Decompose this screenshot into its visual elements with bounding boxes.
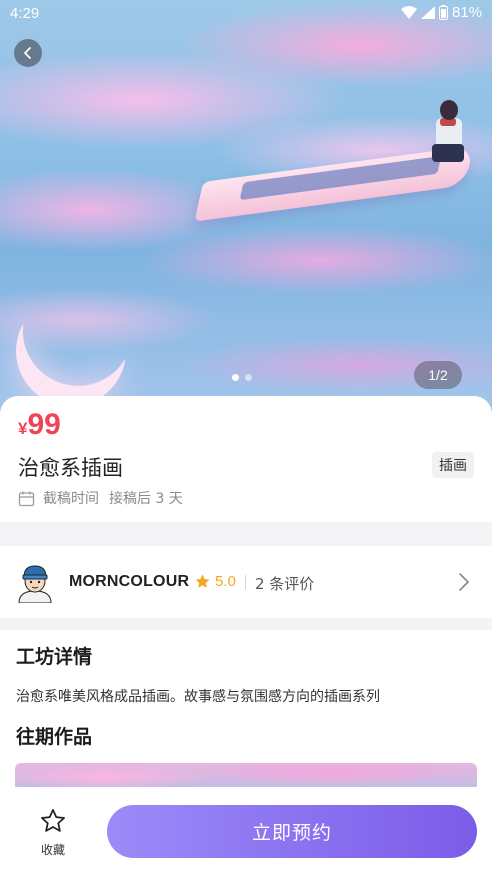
- artist-rating: 5.0: [194, 573, 236, 590]
- section-title-past-works: 往期作品: [16, 726, 93, 748]
- deadline-value: 接稿后 3 天: [109, 491, 183, 507]
- artist-row[interactable]: MORNCOLOUR 5.0 2 条评价: [0, 546, 492, 618]
- deadline-label: 截稿时间: [43, 491, 99, 507]
- girl-illustration: [432, 100, 466, 170]
- chevron-right-icon: [459, 573, 469, 591]
- favorite-label: 收藏: [40, 843, 65, 857]
- avatar: [18, 565, 52, 603]
- back-icon: [24, 47, 31, 59]
- divider: [245, 575, 246, 590]
- carousel-dots: [232, 374, 252, 381]
- carousel-dot-1[interactable]: [232, 374, 239, 381]
- signal-icon: [420, 6, 435, 19]
- image-page-indicator: 1/2: [414, 361, 462, 389]
- review-count[interactable]: 2 条评价: [255, 573, 314, 594]
- bottom-action-bar: 收藏 立即预约: [0, 787, 492, 875]
- category-tag[interactable]: 插画: [432, 452, 474, 478]
- deadline-row: 截稿时间 接稿后 3 天: [18, 488, 183, 508]
- rating-value: 5.0: [215, 573, 236, 590]
- back-button[interactable]: [14, 39, 42, 67]
- product-title: 治愈系插画: [18, 456, 123, 480]
- artist-name: MORNCOLOUR: [69, 573, 190, 590]
- details-description: 治愈系唯美风格成品插画。故事感与氛围感方向的插画系列: [16, 689, 380, 705]
- product-info-card: ¥99 治愈系插画 插画 截稿时间 接稿后 3 天: [0, 396, 492, 522]
- battery-icon: [438, 5, 448, 20]
- book-now-button[interactable]: 立即预约: [107, 805, 477, 858]
- favorite-button[interactable]: 收藏: [36, 807, 70, 858]
- section-title-details: 工坊详情: [16, 646, 93, 668]
- star-icon: [195, 574, 210, 588]
- calendar-icon: [18, 491, 35, 506]
- price: ¥99: [18, 408, 61, 442]
- hero-image-carousel[interactable]: 4:29 81% 1/2: [0, 0, 492, 418]
- carousel-dot-2[interactable]: [245, 374, 252, 381]
- battery-percentage: 81%: [451, 4, 482, 21]
- favorite-star-outline-icon: [41, 809, 65, 832]
- status-time: 4:29: [10, 5, 40, 22]
- price-value: 99: [27, 408, 61, 441]
- status-bar: 4:29 81%: [0, 0, 492, 28]
- screen: 4:29 81% 1/2 ¥99 治愈系插画 插画 截稿时间 接稿后 3 天 M…: [0, 0, 492, 875]
- wifi-icon: [400, 6, 417, 19]
